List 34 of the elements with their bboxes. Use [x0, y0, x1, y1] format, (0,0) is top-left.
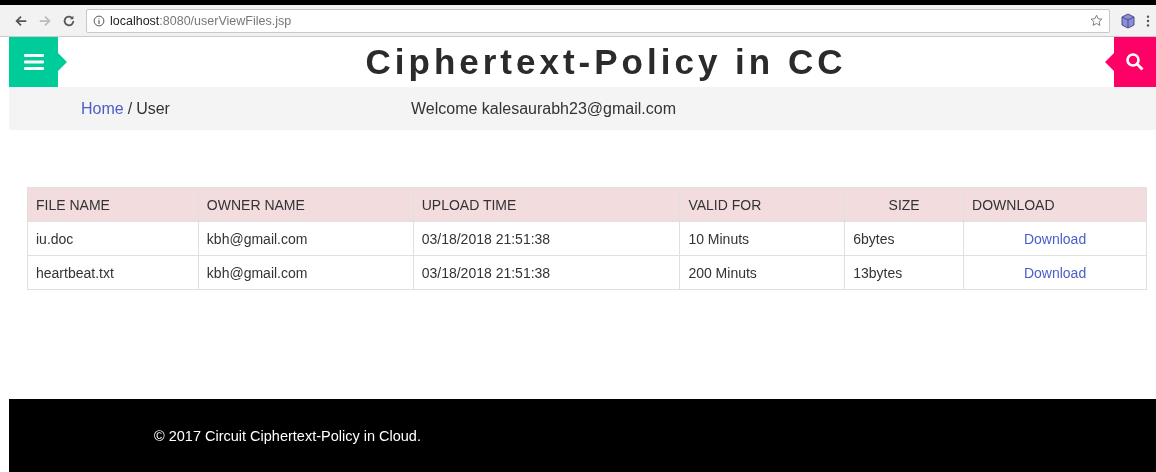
site-title: Ciphertext-Policy in CC	[364, 42, 848, 82]
back-icon[interactable]	[14, 13, 28, 28]
table-cell: 200 Minuts	[679, 255, 845, 290]
download-link[interactable]: Download	[1023, 264, 1087, 281]
column-header: DOWNLOAD	[963, 187, 1147, 222]
table-cell: 03/18/2018 21:51:38	[413, 221, 680, 256]
table-cell: heartbeat.txt	[27, 255, 199, 290]
home-link[interactable]: Home	[81, 99, 124, 118]
search-icon	[1125, 52, 1145, 72]
search-button[interactable]	[1105, 37, 1156, 87]
column-header: SIZE	[844, 187, 964, 222]
star-icon[interactable]	[1090, 14, 1103, 27]
column-header: VALID FOR	[679, 187, 845, 222]
menu-icon	[23, 53, 44, 71]
table-cell: kbh@gmail.com	[198, 255, 414, 290]
table-cell: kbh@gmail.com	[198, 221, 414, 256]
table-cell: 13bytes	[844, 255, 964, 290]
breadcrumb-separator: /	[127, 99, 133, 118]
info-icon[interactable]	[93, 14, 105, 27]
kebab-menu-icon[interactable]	[1146, 13, 1150, 28]
breadcrumb-current: User	[136, 99, 170, 118]
column-header: UPLOAD TIME	[413, 187, 680, 222]
table-cell: 6bytes	[844, 221, 964, 256]
welcome-text: Welcome kalesaurabh23@gmail.com	[411, 99, 676, 118]
download-link[interactable]: Download	[1023, 230, 1087, 247]
cube-icon[interactable]	[1120, 12, 1136, 29]
address-bar[interactable]: localhost:8080/userViewFiles.jsp	[86, 8, 1110, 33]
table-cell: iu.doc	[27, 221, 199, 256]
table-cell: 10 Minuts	[679, 221, 845, 256]
table-cell: 03/18/2018 21:51:38	[413, 255, 680, 290]
column-header: OWNER NAME	[198, 187, 414, 222]
reload-icon[interactable]	[62, 13, 76, 28]
copyright-text: © 2017 Circuit Ciphertext-Policy in Cloud.	[154, 427, 421, 444]
column-header: FILE NAME	[27, 187, 199, 222]
